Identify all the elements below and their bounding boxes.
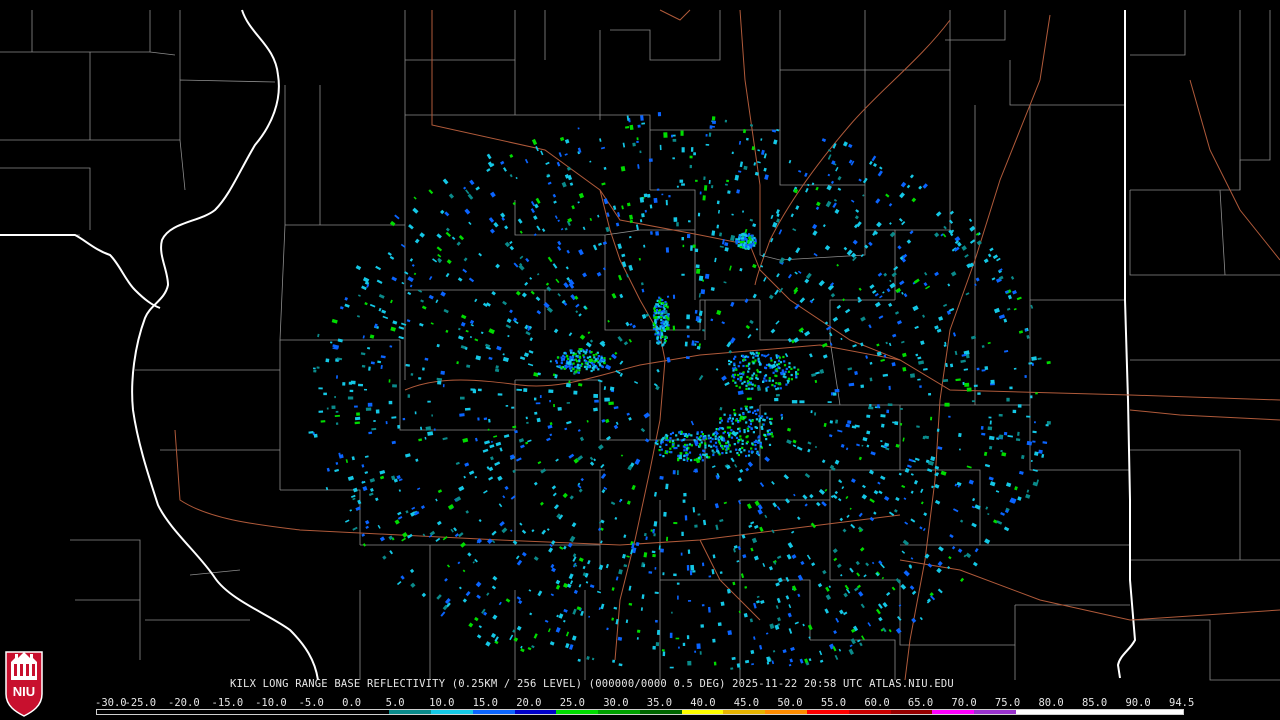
scale-label: -25.0 xyxy=(124,697,157,709)
scale-swatch xyxy=(264,710,306,714)
niu-logo: NIU xyxy=(5,651,43,717)
scale-swatch xyxy=(472,710,515,714)
scale-label: 60.0 xyxy=(864,697,890,709)
scale-swatch xyxy=(431,710,473,714)
scale-swatch xyxy=(305,710,348,714)
scale-label: 70.0 xyxy=(951,697,977,709)
scale-label: -5.0 xyxy=(298,697,324,709)
product-title: KILX LONG RANGE BASE REFLECTIVITY (0.25K… xyxy=(230,678,954,690)
scale-label: -15.0 xyxy=(211,697,244,709)
scale-swatch xyxy=(598,710,640,714)
scale-swatch xyxy=(389,710,432,714)
scale-swatch xyxy=(1141,710,1183,714)
scale-label: 15.0 xyxy=(472,697,498,709)
scale-label: 65.0 xyxy=(907,697,934,709)
scale-swatch xyxy=(974,710,1016,714)
scale-swatch xyxy=(138,710,181,714)
scale-swatch xyxy=(556,710,599,714)
color-scale-labels: -30.0 -25.0 -20.0 -15.0 -10.0 -5.0 0.0 5.0 10.0 1… xyxy=(95,697,1195,709)
scale-label: 94.5 xyxy=(1169,697,1195,709)
scale-swatch xyxy=(681,710,724,714)
scale-swatch xyxy=(723,710,766,714)
scale-label: 90.0 xyxy=(1125,697,1151,709)
scale-label: -30.0 xyxy=(95,697,127,709)
scale-label: 20.0 xyxy=(516,697,542,709)
scale-label: 25.0 xyxy=(559,697,586,709)
scale-label: 40.0 xyxy=(690,697,716,709)
radar-map xyxy=(0,0,1280,720)
scale-swatch xyxy=(97,710,139,714)
scale-swatch xyxy=(890,710,933,714)
scale-label: -20.0 xyxy=(168,697,200,709)
scale-swatch xyxy=(932,710,975,714)
scale-swatch xyxy=(1015,710,1058,714)
scale-swatch xyxy=(1057,710,1100,714)
scale-swatch xyxy=(765,710,808,714)
scale-label: 10.0 xyxy=(429,697,455,709)
scale-swatch xyxy=(807,710,849,714)
scale-label: 30.0 xyxy=(603,697,629,709)
scale-label: 55.0 xyxy=(820,697,847,709)
scale-label: 0.0 xyxy=(342,697,362,709)
logo-text: NIU xyxy=(13,684,35,699)
scale-label: -10.0 xyxy=(255,697,287,709)
scale-label: 5.0 xyxy=(385,697,405,709)
scale-swatch xyxy=(848,710,891,714)
scale-label: 80.0 xyxy=(1038,697,1064,709)
scale-label: 75.0 xyxy=(994,697,1021,709)
scale-swatch xyxy=(1099,710,1142,714)
scale-label: 50.0 xyxy=(777,697,803,709)
scale-swatch xyxy=(514,710,557,714)
scale-swatch xyxy=(180,710,223,714)
scale-label: 45.0 xyxy=(733,697,760,709)
scale-swatch xyxy=(222,710,265,714)
scale-label: 85.0 xyxy=(1081,697,1108,709)
color-scale-bar xyxy=(96,709,1184,715)
scale-swatch xyxy=(639,710,682,714)
scale-swatch xyxy=(347,710,390,714)
scale-label: 35.0 xyxy=(646,697,673,709)
